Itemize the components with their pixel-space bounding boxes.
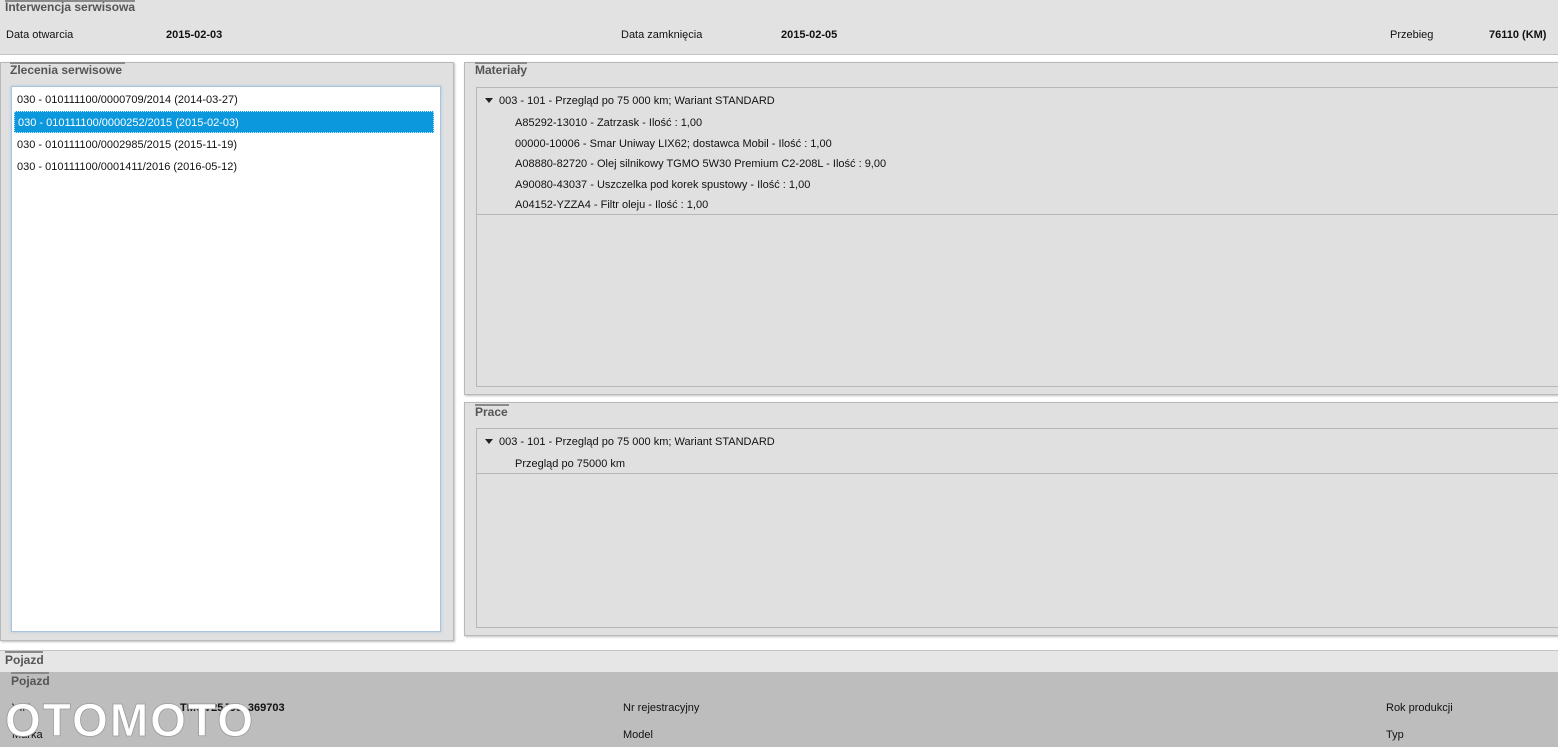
material-row[interactable]: 00000-10006 - Smar Uniway LIX62; dostawc…	[515, 134, 832, 154]
watermark-text: OTOMOTO	[5, 694, 255, 744]
intervention-title: Interwencja serwisowa	[5, 0, 136, 14]
open-date-label: Data otwarcia	[6, 29, 74, 41]
mileage-value: 76110 (KM)	[1489, 29, 1547, 41]
expand-triangle-icon[interactable]	[485, 438, 493, 444]
materials-group[interactable]: 003 - 101 - Przegląd po 75 000 km; Waria…	[485, 91, 775, 111]
material-row[interactable]: A08880-82720 - Olej silnikowy TGMO 5W30 …	[515, 154, 886, 174]
orders-panel: Zlecenia serwisowe 030 - 010111100/00007…	[0, 62, 454, 641]
work-row[interactable]: Przegląd po 75000 km	[515, 454, 625, 474]
orders-list[interactable]: 030 - 010111100/0000709/2014 (2014-03-27…	[11, 86, 441, 632]
reg-number-label: Nr rejestracyjny	[623, 702, 700, 714]
close-date-value: 2015-02-05	[781, 29, 838, 41]
model-label: Model	[623, 729, 653, 741]
order-item[interactable]: 030 - 010111100/0001411/2016 (2016-05-12…	[14, 156, 434, 178]
materials-panel: Materiały 003 - 101 - Przegląd po 75 000…	[464, 62, 1558, 395]
vehicle-section-title: Pojazd	[5, 653, 44, 667]
orders-title: Zlecenia serwisowe	[10, 63, 123, 77]
expand-triangle-icon[interactable]	[485, 97, 493, 103]
material-row[interactable]: A85292-13010 - Zatrzask - Ilość : 1,00	[515, 113, 702, 133]
otomoto-watermark-logo: OTOMOTO	[5, 694, 255, 744]
title-underline	[5, 0, 135, 2]
open-date-value: 2015-02-03	[166, 29, 223, 41]
materials-tree[interactable]: 003 - 101 - Przegląd po 75 000 km; Waria…	[476, 87, 1558, 387]
works-group-label: 003 - 101 - Przegląd po 75 000 km; Waria…	[499, 436, 775, 448]
materials-group-label: 003 - 101 - Przegląd po 75 000 km; Waria…	[499, 95, 775, 107]
orders-title-underline	[10, 62, 125, 64]
order-item[interactable]: 030 - 010111100/0002985/2015 (2015-11-19…	[14, 134, 434, 156]
vehicle-section-bar: Pojazd	[0, 650, 1558, 673]
material-row[interactable]: A04152-YZZA4 - Filtr oleju - Ilość : 1,0…	[515, 195, 708, 215]
works-group[interactable]: 003 - 101 - Przegląd po 75 000 km; Waria…	[485, 432, 775, 452]
type-label: Typ	[1386, 729, 1404, 741]
works-panel: Prace 003 - 101 - Przegląd po 75 000 km;…	[464, 402, 1558, 636]
production-year-label: Rok produkcji	[1386, 702, 1453, 714]
vehicle-inner-title: Pojazd	[11, 674, 50, 688]
intervention-header: Interwencja serwisowa Data otwarcia 2015…	[0, 0, 1558, 55]
works-title-underline	[475, 404, 509, 406]
close-date-label: Data zamknięcia	[621, 29, 703, 41]
material-row[interactable]: A90080-43037 - Uszczelka pod korek spust…	[515, 175, 810, 195]
materials-title-underline	[475, 62, 527, 64]
works-title: Prace	[475, 405, 508, 419]
order-item-selected[interactable]: 030 - 010111100/0000252/2015 (2015-02-03…	[14, 111, 434, 133]
order-item[interactable]: 030 - 010111100/0000709/2014 (2014-03-27…	[14, 89, 434, 111]
works-tree[interactable]: 003 - 101 - Przegląd po 75 000 km; Waria…	[476, 428, 1558, 628]
mileage-label: Przebieg	[1390, 29, 1434, 41]
materials-title: Materiały	[475, 63, 528, 77]
